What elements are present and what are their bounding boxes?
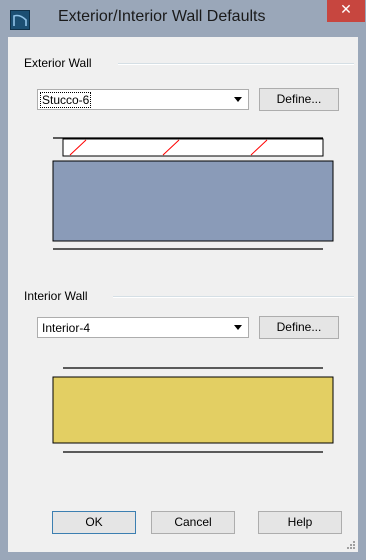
window-title: Exterior/Interior Wall Defaults xyxy=(58,8,266,25)
chevron-down-icon[interactable] xyxy=(234,97,242,102)
title-bar[interactable]: Exterior/Interior Wall Defaults ✕ xyxy=(0,0,366,37)
ok-button[interactable]: OK xyxy=(52,511,136,534)
interior-wall-label: Interior Wall xyxy=(24,289,94,303)
exterior-wall-core xyxy=(52,160,334,242)
exterior-wall-label: Exterior Wall xyxy=(24,56,98,70)
dialog-window: Exterior/Interior Wall Defaults ✕ Exteri… xyxy=(0,0,366,560)
interior-group-divider xyxy=(113,296,354,298)
dialog-client-area: Exterior Wall Stucco-6 Define... Interio… xyxy=(8,37,358,552)
exterior-wall-value: Stucco-6 xyxy=(40,92,92,108)
exterior-stucco-layer xyxy=(62,138,324,157)
interior-wall-value: Interior-4 xyxy=(42,321,91,335)
help-button[interactable]: Help xyxy=(258,511,342,534)
resize-grip-icon[interactable] xyxy=(346,540,356,550)
exterior-define-button[interactable]: Define... xyxy=(259,88,339,111)
chevron-down-icon[interactable] xyxy=(234,325,242,330)
interior-wall-select[interactable]: Interior-4 xyxy=(37,317,249,338)
close-button[interactable]: ✕ xyxy=(327,0,365,22)
interior-wall-core xyxy=(52,376,334,444)
cancel-button[interactable]: Cancel xyxy=(151,511,235,534)
exterior-group-divider xyxy=(118,63,354,65)
interior-wall-preview xyxy=(52,367,334,453)
exterior-wall-preview xyxy=(52,137,334,250)
exterior-wall-select[interactable]: Stucco-6 xyxy=(37,89,249,110)
interior-define-button[interactable]: Define... xyxy=(259,316,339,339)
app-logo-icon xyxy=(10,10,30,30)
